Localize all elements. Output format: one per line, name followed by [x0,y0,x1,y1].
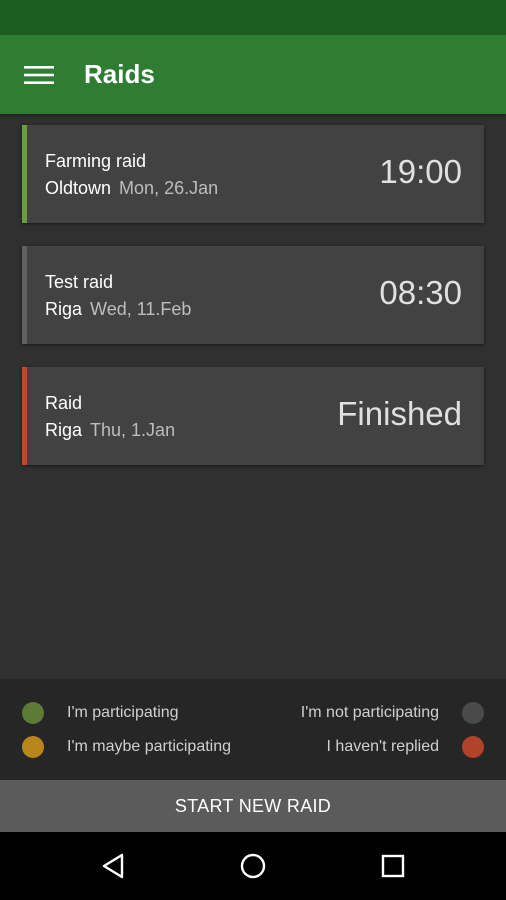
raid-date: Wed, 11.Feb [90,299,192,319]
legend-not-replied: I haven't replied [327,736,484,758]
recents-square-icon [381,854,405,878]
raid-card[interactable]: Raid Riga Thu, 1.Jan Finished [22,367,484,465]
raid-name: Farming raid [45,151,147,171]
back-triangle-icon [102,853,124,879]
app-bar: Raids [0,35,506,114]
legend-not-participating: I'm not participating [301,702,484,724]
raid-location: Riga [45,299,83,319]
participating-dot [22,702,44,724]
raid-time: 08:30 [379,274,462,311]
raid-card[interactable]: Test raid Riga Wed, 11.Feb 08:30 [22,246,484,344]
raid-name: Test raid [45,272,114,292]
raid-location-line: Riga Wed, 11.Feb [45,299,191,320]
home-button[interactable] [223,844,283,888]
raid-date: Thu, 1.Jan [90,420,176,440]
raid-status: Finished [337,395,462,432]
raid-name: Raid [45,393,83,413]
hamburger-menu-icon [24,65,54,84]
status-bar [0,0,506,35]
raid-location-line: Riga Thu, 1.Jan [45,420,175,441]
not-replied-dot [462,736,484,758]
legend-participating: I'm participating [22,702,179,724]
legend-label: I'm not participating [300,704,439,721]
legend-label: I'm participating [67,704,179,721]
legend-maybe: I'm maybe participating [22,736,231,758]
raid-location: Oldtown [45,178,112,198]
back-button[interactable] [83,844,143,888]
not-participating-dot [462,702,484,724]
recents-button[interactable] [363,844,423,888]
menu-button[interactable] [0,35,78,114]
participation-legend: I'm participating I'm maybe participatin… [0,679,506,780]
system-nav-bar [0,832,506,900]
raid-location: Riga [45,420,83,440]
raid-location-line: Oldtown Mon, 26.Jan [45,178,218,199]
legend-label: I'm maybe participating [67,738,232,755]
maybe-dot [22,736,44,758]
home-circle-icon [240,853,266,879]
raid-card[interactable]: Farming raid Oldtown Mon, 26.Jan 19:00 [22,125,484,223]
raid-time: 19:00 [379,153,462,190]
legend-label: I haven't replied [326,738,439,755]
page-title: Raids [84,59,155,89]
start-new-raid-button[interactable]: START NEW RAID [0,780,506,832]
raid-date: Mon, 26.Jan [119,178,219,198]
